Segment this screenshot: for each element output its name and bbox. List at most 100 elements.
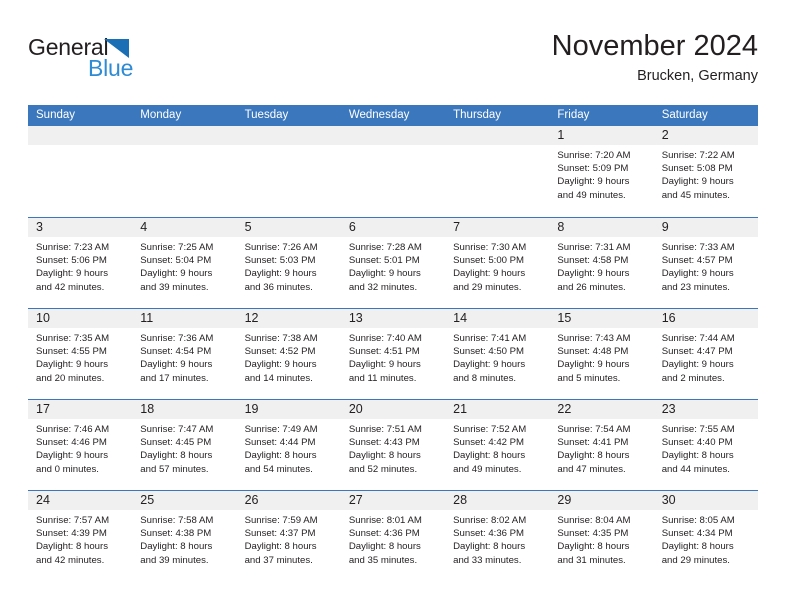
day-cell[interactable]: 26 Sunrise: 7:59 AM Sunset: 4:37 PM Dayligh… <box>236 491 341 581</box>
calendar-week-row: 1 Sunrise: 7:20 AM Sunset: 5:09 PM Daylight… <box>28 126 758 217</box>
calendar-weeks: 1 Sunrise: 7:20 AM Sunset: 5:09 PM Daylight… <box>28 126 758 581</box>
sunset-text: Sunset: 4:58 PM <box>557 255 629 267</box>
sunset-text: Sunset: 4:44 PM <box>244 437 316 449</box>
day-cell-empty[interactable] <box>28 126 133 217</box>
daylight-text-line2: and 52 minutes. <box>348 463 418 475</box>
day-details: Sunrise: 8:05 AM Sunset: 4:34 PM Daylight:… <box>654 510 758 567</box>
weekday-header-sunday: Sunday <box>36 109 76 121</box>
day-cell[interactable]: 3 Sunrise: 7:23 AM Sunset: 5:06 PM Daylight… <box>28 218 133 308</box>
day-details: Sunrise: 7:40 AM Sunset: 4:51 PM Daylight:… <box>341 328 445 385</box>
day-number: 13 <box>348 311 363 325</box>
day-details: Sunrise: 7:54 AM Sunset: 4:41 PM Daylight:… <box>549 419 653 476</box>
day-cell[interactable]: 1 Sunrise: 7:20 AM Sunset: 5:09 PM Daylight… <box>549 126 654 217</box>
day-cell[interactable]: 7 Sunrise: 7:30 AM Sunset: 5:00 PM Daylight… <box>445 218 550 308</box>
day-cell[interactable]: 24 Sunrise: 7:57 AM Sunset: 4:39 PM Dayligh… <box>28 491 133 581</box>
day-number-band <box>132 126 237 145</box>
day-cell[interactable]: 10 Sunrise: 7:35 AM Sunset: 4:55 PM Dayligh… <box>28 309 133 399</box>
day-cell-empty[interactable] <box>236 126 341 217</box>
day-number-band <box>445 126 550 145</box>
day-details: Sunrise: 7:52 AM Sunset: 4:42 PM Daylight:… <box>445 419 549 476</box>
daylight-text-line2: and 26 minutes. <box>557 281 626 293</box>
sunrise-text: Sunrise: 7:58 AM <box>140 515 214 526</box>
day-cell[interactable]: 6 Sunrise: 7:28 AM Sunset: 5:01 PM Daylight… <box>340 218 446 308</box>
day-number: 6 <box>348 220 356 234</box>
day-number: 29 <box>557 493 572 507</box>
day-details: Sunrise: 7:28 AM Sunset: 5:01 PM Daylight:… <box>341 237 445 294</box>
daylight-text-line2: and 2 minutes. <box>661 372 725 384</box>
daylight-text-line2: and 31 minutes. <box>557 554 626 566</box>
day-number: 23 <box>661 402 676 416</box>
sunrise-text: Sunrise: 7:23 AM <box>36 242 110 253</box>
day-cell[interactable]: 27 Sunrise: 8:01 AM Sunset: 4:36 PM Dayligh… <box>340 491 446 581</box>
daylight-text-line1: Daylight: 8 hours <box>244 450 317 462</box>
daylight-text-line1: Daylight: 8 hours <box>348 541 421 553</box>
day-cell[interactable]: 2 Sunrise: 7:22 AM Sunset: 5:08 PM Daylight… <box>653 126 758 217</box>
day-cell[interactable]: 29 Sunrise: 8:04 AM Sunset: 4:35 PM Dayligh… <box>549 491 654 581</box>
day-cell[interactable]: 5 Sunrise: 7:26 AM Sunset: 5:03 PM Daylight… <box>236 218 341 308</box>
day-cell[interactable]: 30 Sunrise: 8:05 AM Sunset: 4:34 PM Dayligh… <box>653 491 758 581</box>
day-cell-empty[interactable] <box>445 126 550 217</box>
day-cell[interactable]: 14 Sunrise: 7:41 AM Sunset: 4:50 PM Dayligh… <box>445 309 550 399</box>
day-cell[interactable]: 4 Sunrise: 7:25 AM Sunset: 5:04 PM Daylight… <box>132 218 237 308</box>
day-cell[interactable]: 20 Sunrise: 7:51 AM Sunset: 4:43 PM Dayligh… <box>340 400 446 490</box>
general-blue-logo[interactable]: General Blue <box>28 34 208 90</box>
day-details: Sunrise: 7:46 AM Sunset: 4:46 PM Daylight:… <box>28 419 132 476</box>
day-cell[interactable]: 18 Sunrise: 7:47 AM Sunset: 4:45 PM Dayligh… <box>132 400 237 490</box>
day-number-band: 1 <box>549 126 654 145</box>
page-header: General Blue November 2024 Brucken, Germ… <box>28 28 758 100</box>
sunset-text: Sunset: 4:43 PM <box>348 437 420 449</box>
day-number: 16 <box>661 311 676 325</box>
day-cell[interactable]: 15 Sunrise: 7:43 AM Sunset: 4:48 PM Dayligh… <box>549 309 654 399</box>
day-cell[interactable]: 11 Sunrise: 7:36 AM Sunset: 4:54 PM Dayligh… <box>132 309 237 399</box>
daylight-text-line1: Daylight: 8 hours <box>36 541 108 553</box>
sunrise-text: Sunrise: 8:04 AM <box>557 515 631 526</box>
daylight-text-line1: Daylight: 9 hours <box>244 268 317 280</box>
day-number-band: 13 <box>340 309 446 328</box>
daylight-text-line2: and 35 minutes. <box>348 554 418 566</box>
day-cell-empty[interactable] <box>340 126 446 217</box>
day-cell[interactable]: 25 Sunrise: 7:58 AM Sunset: 4:38 PM Dayligh… <box>132 491 237 581</box>
sunset-text: Sunset: 4:57 PM <box>661 255 733 267</box>
sunrise-text: Sunrise: 7:59 AM <box>244 515 318 526</box>
day-details: Sunrise: 7:23 AM Sunset: 5:06 PM Daylight:… <box>28 237 132 294</box>
day-cell[interactable]: 22 Sunrise: 7:54 AM Sunset: 4:41 PM Dayligh… <box>549 400 654 490</box>
page-title: November 2024 <box>551 30 758 62</box>
day-number: 17 <box>36 402 50 416</box>
calendar-week-row: 17 Sunrise: 7:46 AM Sunset: 4:46 PM Dayligh… <box>28 399 758 490</box>
daylight-text-line1: Daylight: 9 hours <box>557 268 630 280</box>
sunrise-text: Sunrise: 7:26 AM <box>244 242 318 253</box>
day-cell[interactable]: 9 Sunrise: 7:33 AM Sunset: 4:57 PM Daylight… <box>653 218 758 308</box>
calendar-week-row: 3 Sunrise: 7:23 AM Sunset: 5:06 PM Daylight… <box>28 217 758 308</box>
day-details: Sunrise: 7:57 AM Sunset: 4:39 PM Daylight:… <box>28 510 132 567</box>
daylight-text-line1: Daylight: 9 hours <box>557 359 630 371</box>
day-cell[interactable]: 23 Sunrise: 7:55 AM Sunset: 4:40 PM Dayligh… <box>653 400 758 490</box>
day-details: Sunrise: 8:02 AM Sunset: 4:36 PM Daylight:… <box>445 510 549 567</box>
day-details: Sunrise: 8:01 AM Sunset: 4:36 PM Daylight:… <box>341 510 445 567</box>
daylight-text-line2: and 47 minutes. <box>557 463 626 475</box>
day-cell[interactable]: 13 Sunrise: 7:40 AM Sunset: 4:51 PM Dayligh… <box>340 309 446 399</box>
daylight-text-line2: and 57 minutes. <box>140 463 209 475</box>
day-cell-empty[interactable] <box>132 126 237 217</box>
day-cell[interactable]: 16 Sunrise: 7:44 AM Sunset: 4:47 PM Dayligh… <box>653 309 758 399</box>
day-number: 19 <box>244 402 259 416</box>
day-number: 2 <box>661 128 669 142</box>
title-block: November 2024 Brucken, Germany <box>552 28 758 86</box>
daylight-text-line2: and 29 minutes. <box>453 281 522 293</box>
day-cell[interactable]: 21 Sunrise: 7:52 AM Sunset: 4:42 PM Dayligh… <box>445 400 550 490</box>
day-details: Sunrise: 7:38 AM Sunset: 4:52 PM Daylight:… <box>237 328 341 385</box>
sunrise-text: Sunrise: 7:40 AM <box>348 333 422 344</box>
sunset-text: Sunset: 5:00 PM <box>453 255 525 267</box>
sunset-text: Sunset: 4:42 PM <box>453 437 525 449</box>
day-cell[interactable]: 8 Sunrise: 7:31 AM Sunset: 4:58 PM Daylight… <box>549 218 654 308</box>
day-number: 15 <box>557 311 572 325</box>
weekday-header-thursday: Thursday <box>453 109 502 121</box>
sunset-text: Sunset: 4:37 PM <box>244 528 316 540</box>
day-cell[interactable]: 19 Sunrise: 7:49 AM Sunset: 4:44 PM Dayligh… <box>236 400 341 490</box>
sunset-text: Sunset: 5:03 PM <box>244 255 316 267</box>
day-number: 24 <box>36 493 50 507</box>
day-cell[interactable]: 28 Sunrise: 8:02 AM Sunset: 4:36 PM Dayligh… <box>445 491 550 581</box>
daylight-text-line1: Daylight: 9 hours <box>453 359 526 371</box>
day-cell[interactable]: 17 Sunrise: 7:46 AM Sunset: 4:46 PM Dayligh… <box>28 400 133 490</box>
day-cell[interactable]: 12 Sunrise: 7:38 AM Sunset: 4:52 PM Dayligh… <box>236 309 341 399</box>
day-details: Sunrise: 7:41 AM Sunset: 4:50 PM Daylight:… <box>445 328 549 385</box>
